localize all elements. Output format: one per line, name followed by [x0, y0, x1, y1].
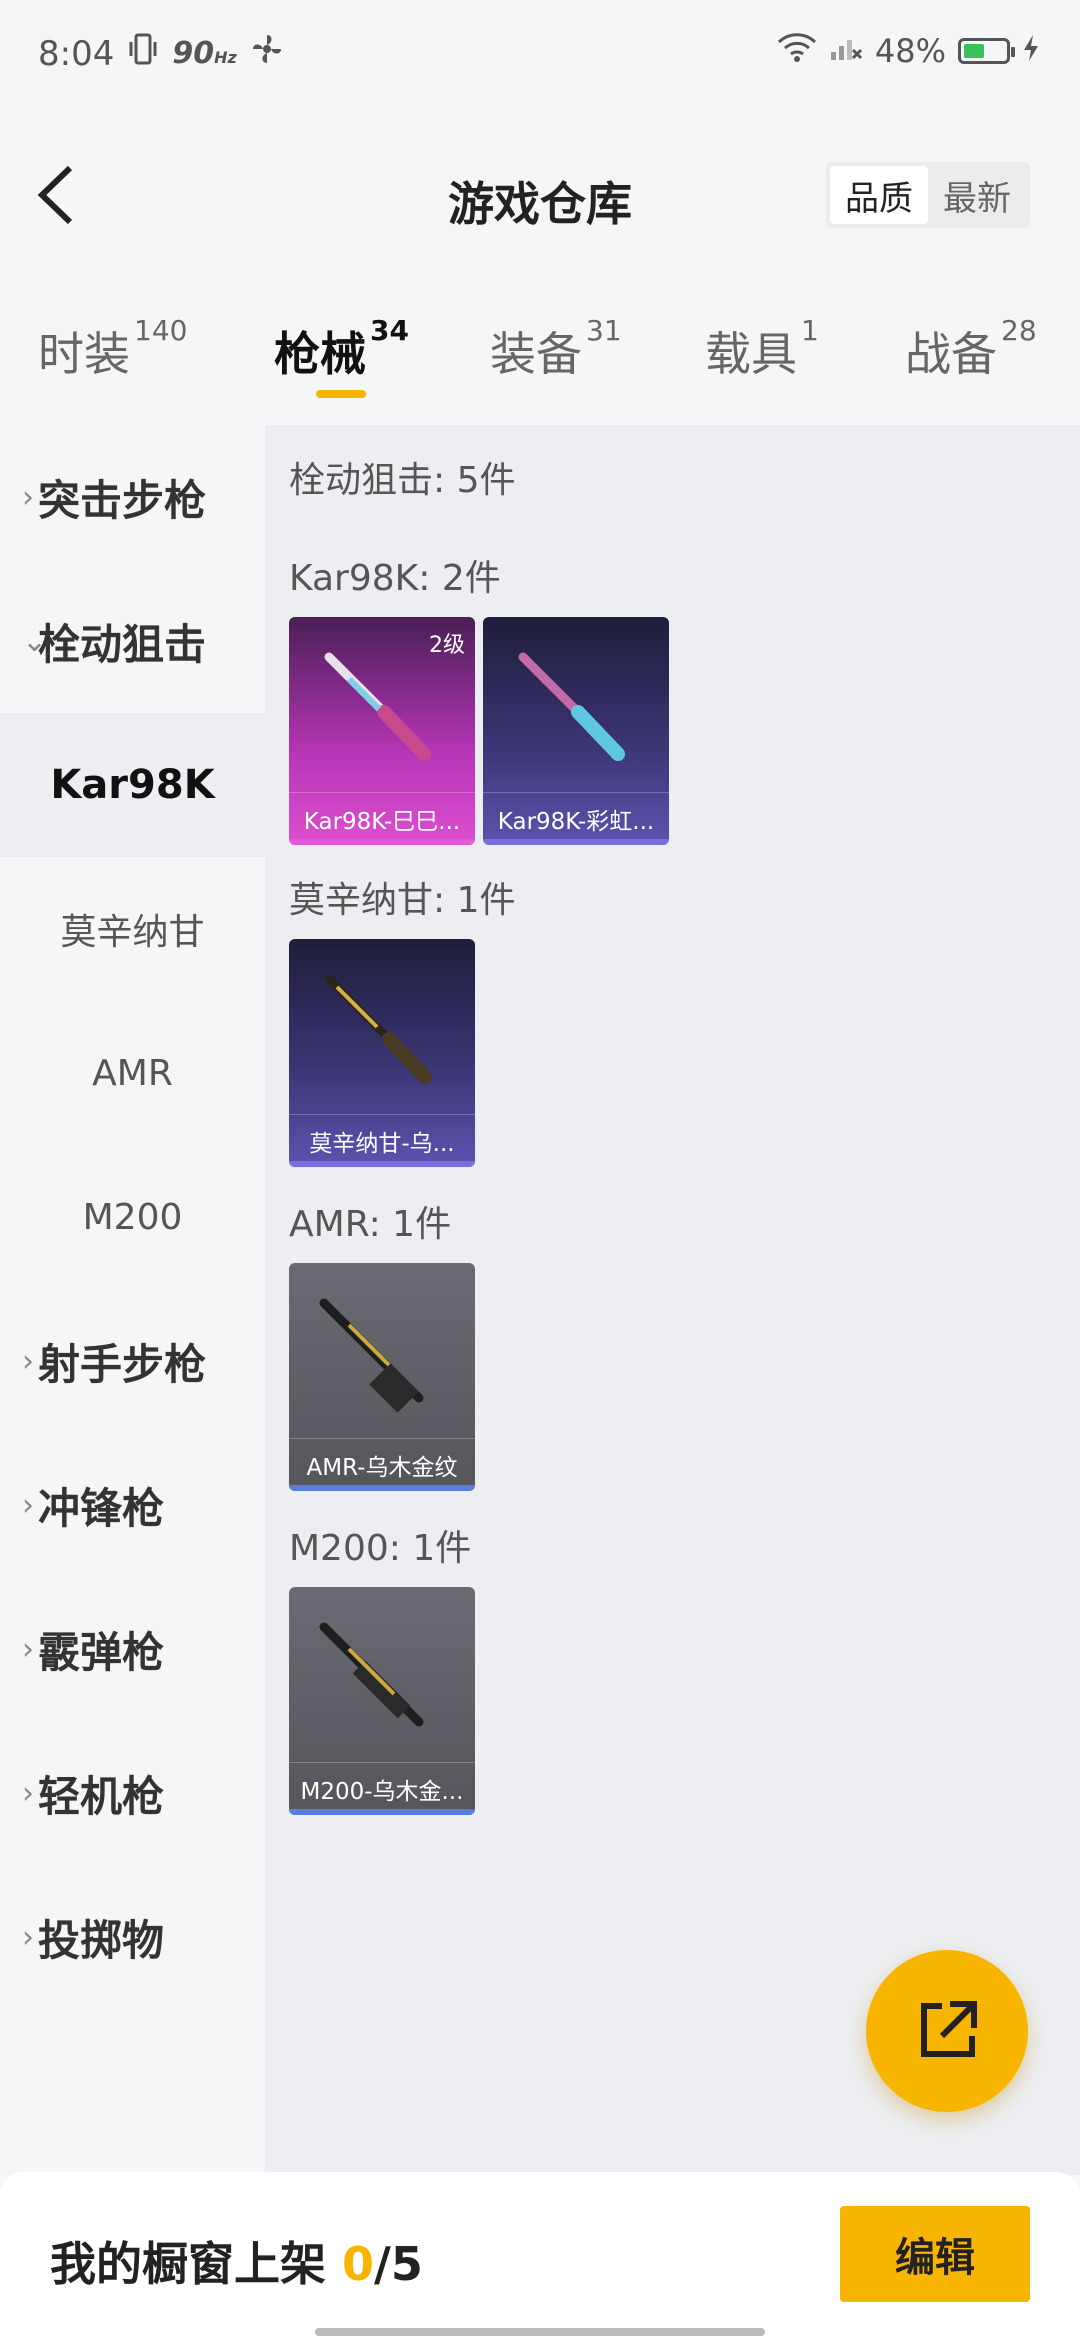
item-card-kar98k-2[interactable]: Kar98K-彩虹... [483, 617, 669, 845]
rarity-bar [483, 839, 669, 845]
item-list: 栓动狙击: 5件 Kar98K: 2件 2级 Kar98K-巳巳... Kar9… [265, 425, 1080, 2175]
shelf-status: 我的橱窗上架 0/5 [50, 2237, 423, 2291]
tab-supplies[interactable]: 战备 28 [905, 314, 1037, 384]
chevron-right-icon: › [22, 1343, 34, 1379]
sidebar-subitem-amr[interactable]: AMR [0, 1001, 265, 1145]
rifle-icon [319, 1622, 424, 1727]
external-link-icon [921, 2001, 977, 2057]
sort-quality-button[interactable]: 品质 [830, 166, 928, 224]
sidebar-item-throwables[interactable]: › 投掷物 [0, 1865, 265, 2009]
edit-button[interactable]: 编辑 [840, 2206, 1030, 2302]
tab-vehicles[interactable]: 载具 1 [705, 314, 819, 384]
group-label-amr: AMR: 1件 [289, 1204, 452, 1245]
group-label-m200: M200: 1件 [289, 1528, 472, 1569]
shelf-count: 0 [342, 2237, 375, 2291]
chevron-right-icon: › [22, 1919, 34, 1955]
item-card-mosin[interactable]: 莫辛纳甘-乌... [289, 939, 475, 1167]
sidebar-item-bolt-action[interactable]: ⌄ 栓动狙击 [0, 569, 265, 713]
rifle-icon [319, 1298, 424, 1413]
fan-icon [251, 33, 283, 74]
sort-toggle: 品质 最新 [826, 162, 1030, 228]
tab-equipment[interactable]: 装备 31 [490, 314, 622, 384]
signal-icon [829, 32, 863, 70]
refresh-unit: Hz [214, 48, 237, 67]
vibrate-icon [128, 32, 158, 75]
item-card-kar98k-1[interactable]: 2级 Kar98K-巳巳... [289, 617, 475, 845]
battery-percent: 48% [874, 32, 946, 70]
bottom-bar: 我的橱窗上架 0/5 编辑 [0, 2172, 1080, 2340]
category-tabs: 时装 140 枪械 34 装备 31 载具 1 战备 28 [0, 300, 1080, 410]
status-time: 8:04 [38, 33, 115, 74]
sidebar-item-smg[interactable]: › 冲锋枪 [0, 1433, 265, 1577]
item-name: AMR-乌木金纹 [289, 1438, 475, 1491]
item-card-m200[interactable]: M200-乌木金... [289, 1587, 475, 1815]
item-name: 莫辛纳甘-乌... [289, 1114, 475, 1167]
battery-icon [958, 38, 1015, 64]
chevron-right-icon: › [22, 1775, 34, 1811]
rifle-icon [325, 975, 432, 1084]
rifle-icon [518, 652, 625, 761]
status-bar: 8:04 90Hz 48% [0, 0, 1080, 110]
sidebar-subitem-m200[interactable]: M200 [0, 1145, 265, 1289]
chevron-right-icon: › [22, 1631, 34, 1667]
item-name: M200-乌木金... [289, 1762, 475, 1815]
sidebar-subitem-kar98k[interactable]: Kar98K [0, 713, 265, 857]
active-tab-indicator [316, 390, 366, 398]
rarity-bar [289, 1809, 475, 1815]
sidebar-item-dmr[interactable]: › 射手步枪 [0, 1289, 265, 1433]
category-summary: 栓动狙击: 5件 [289, 460, 516, 501]
item-name: Kar98K-巳巳... [289, 792, 475, 845]
sidebar-item-assault-rifles[interactable]: › 突击步枪 [0, 425, 265, 569]
chevron-down-icon: ⌄ [22, 623, 48, 659]
group-label-kar98k: Kar98K: 2件 [289, 558, 501, 599]
rarity-bar [289, 1485, 475, 1491]
home-indicator[interactable] [315, 2328, 765, 2336]
item-card-amr[interactable]: AMR-乌木金纹 [289, 1263, 475, 1491]
tab-guns[interactable]: 枪械 34 [274, 314, 409, 384]
sidebar-item-shotgun[interactable]: › 霰弹枪 [0, 1577, 265, 1721]
rarity-bar [289, 1161, 475, 1167]
wifi-icon [777, 32, 817, 70]
shelf-total: /5 [374, 2237, 423, 2291]
sidebar-subitem-mosin[interactable]: 莫辛纳甘 [0, 857, 265, 1001]
chevron-right-icon: › [22, 479, 34, 515]
group-label-mosin: 莫辛纳甘: 1件 [289, 880, 516, 921]
refresh-rate: 90 [172, 36, 215, 71]
sort-newest-button[interactable]: 最新 [928, 166, 1026, 224]
chevron-right-icon: › [22, 1487, 34, 1523]
rarity-bar [289, 839, 475, 845]
sidebar-item-lmg[interactable]: › 轻机枪 [0, 1721, 265, 1865]
share-button[interactable] [866, 1950, 1028, 2112]
charging-icon [1022, 32, 1040, 70]
item-name: Kar98K-彩虹... [483, 792, 669, 845]
item-level-badge: 2级 [429, 633, 465, 658]
sidebar: › 突击步枪 ⌄ 栓动狙击 Kar98K 莫辛纳甘 AMR M200 › 射手步枪 ›… [0, 425, 265, 2175]
header: 游戏仓库 品质 最新 [0, 140, 1080, 250]
tab-fashion[interactable]: 时装 140 [38, 314, 187, 384]
